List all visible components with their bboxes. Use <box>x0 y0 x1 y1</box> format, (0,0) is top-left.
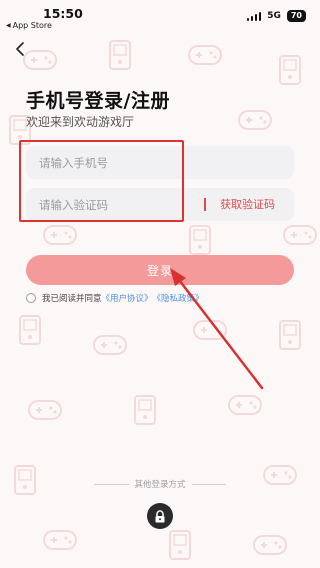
code-divider <box>204 198 206 211</box>
login-button[interactable]: 登录 <box>26 255 294 285</box>
status-indicators: 5G 70 <box>246 10 306 22</box>
battery-icon: 70 <box>286 10 306 22</box>
status-time: 15:50 <box>43 6 83 21</box>
agreement-checkbox[interactable] <box>26 293 36 303</box>
privacy-policy-link[interactable]: 《隐私政策》 <box>153 292 204 304</box>
back-to-app-link[interactable]: ◀ App Store <box>6 21 52 30</box>
chevron-left-icon[interactable] <box>12 40 28 58</box>
page-subtitle: 欢迎来到欢动游戏厅 <box>26 115 135 129</box>
divider-line-left <box>94 483 129 485</box>
divider-line-right <box>191 483 227 485</box>
back-triangle-icon: ◀ <box>6 22 11 29</box>
get-code-button[interactable]: 获取验证码 <box>220 196 275 212</box>
user-agreement-link[interactable]: 《用户协议》 <box>102 292 153 304</box>
agreement-prefix: 我已阅读并同意 <box>42 294 102 304</box>
agreement-row: 我已阅读并同意 《用户协议》 《隐私政策》 <box>26 292 204 304</box>
other-login-label: 其他登录方式 <box>134 480 186 490</box>
lock-icon <box>155 509 165 522</box>
network-type: 5G <box>267 11 281 21</box>
page-title: 手机号登录/注册 <box>26 90 170 112</box>
highlight-annotation-box <box>19 140 184 222</box>
lock-login-button[interactable] <box>147 503 173 529</box>
back-app-label: App Store <box>12 21 52 30</box>
other-login-divider: 其他登录方式 <box>94 478 227 490</box>
signal-icon <box>246 11 262 21</box>
